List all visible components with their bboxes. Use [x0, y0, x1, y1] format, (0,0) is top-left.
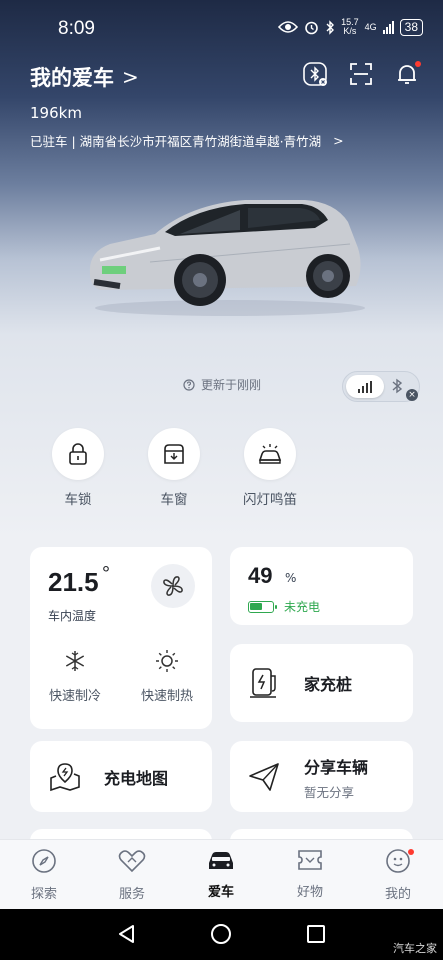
snowflake-icon — [65, 651, 85, 671]
service-icon — [118, 850, 146, 873]
battery-indicator: 38 — [399, 18, 423, 36]
fan-icon — [163, 576, 183, 596]
car-icon — [209, 852, 233, 869]
bell-icon[interactable] — [393, 60, 421, 88]
page-title[interactable]: 我的爱车 > — [30, 62, 139, 92]
lock-label: 车锁 — [64, 492, 92, 508]
window-icon — [148, 428, 200, 480]
signal-icon — [382, 20, 394, 34]
network-type: 4G — [364, 22, 377, 32]
bluetooth-option-icon[interactable] — [391, 377, 403, 395]
watermark: 汽车之家 — [393, 942, 437, 955]
tab-service-label: 服务 — [118, 887, 145, 902]
home-icon[interactable] — [210, 923, 232, 945]
tab-my-car[interactable]: 爱车 — [191, 848, 251, 900]
connection-toggle[interactable]: × — [342, 371, 420, 402]
flash-horn-icon — [244, 428, 296, 480]
home-charger-card[interactable]: 家充桩 — [230, 644, 413, 722]
status-icons: 15.7 K/s 4G 38 — [278, 18, 423, 36]
chevron-right-icon: > — [122, 65, 139, 89]
status-bar: 8:09 15.7 K/s 4G 38 — [0, 0, 443, 56]
climate-card[interactable]: 21.5 ° 车内温度 快速制冷 快速制热 — [30, 547, 212, 729]
tab-explore-label: 探索 — [30, 887, 57, 902]
charger-icon — [250, 668, 276, 698]
charging-status: 未充电 — [248, 598, 320, 615]
tab-service[interactable]: 服务 — [102, 848, 162, 902]
page-title-text: 我的爱车 — [30, 66, 114, 90]
quick-cool-button[interactable]: 快速制冷 — [35, 649, 115, 704]
cabin-temperature-label: 车内温度 — [48, 609, 97, 623]
charging-status-text: 未充电 — [284, 600, 321, 614]
bottom-tab-bar: 探索 服务 爱车 好物 我的 — [0, 839, 443, 909]
cabin-temperature: 21.5 — [48, 567, 99, 597]
tab-profile[interactable]: 我的 — [368, 848, 428, 902]
ticket-icon — [298, 850, 322, 870]
share-vehicle-label: 分享车辆 — [304, 758, 369, 777]
car-image — [89, 200, 365, 316]
share-status: 暂无分享 — [304, 785, 355, 800]
updated-text: 更新于刚刚 — [201, 378, 262, 392]
scan-icon[interactable] — [347, 60, 375, 88]
share-vehicle-card[interactable]: 分享车辆 暂无分享 — [230, 741, 413, 812]
charge-map-card[interactable]: 充电地图 — [30, 741, 212, 812]
quick-heat-button[interactable]: 快速制热 — [127, 649, 207, 704]
signal-bars-icon — [358, 380, 372, 393]
update-status: 更新于刚刚 — [183, 376, 261, 393]
home-charger-label: 家充桩 — [304, 675, 353, 694]
notification-dot — [415, 61, 421, 67]
window-button[interactable]: 车窗 — [134, 428, 214, 508]
quick-cool-label: 快速制冷 — [48, 689, 101, 704]
disconnected-badge-icon: × — [406, 389, 418, 401]
tab-my-car-label: 爱车 — [207, 885, 234, 900]
battery-level-icon — [248, 600, 277, 613]
chevron-right-icon: > — [333, 133, 344, 148]
map-pin-icon — [50, 762, 80, 791]
tab-goods[interactable]: 好物 — [280, 848, 340, 900]
notification-dot — [408, 849, 414, 855]
lock-icon — [52, 428, 104, 480]
parking-location-text: 已驻车 | 湖南省长沙市开福区青竹湖街道卓越·青竹湖 — [30, 134, 322, 149]
cellular-option[interactable] — [346, 375, 384, 398]
net-speed: 15.7 K/s — [341, 18, 359, 36]
send-icon — [249, 762, 279, 791]
compass-icon — [32, 849, 56, 873]
tab-explore[interactable]: 探索 — [14, 848, 74, 902]
quick-heat-label: 快速制热 — [140, 689, 193, 704]
lock-button[interactable]: 车锁 — [38, 428, 118, 508]
battery-unit: % — [285, 571, 297, 585]
degree-symbol: ° — [102, 563, 110, 585]
alarm-icon — [305, 21, 318, 34]
status-time: 8:09 — [58, 18, 95, 39]
flash-horn-label: 闪灯鸣笛 — [243, 492, 297, 508]
flash-horn-button[interactable]: 闪灯鸣笛 — [230, 428, 310, 508]
question-icon — [183, 378, 195, 391]
tab-goods-label: 好物 — [296, 885, 323, 900]
eye-icon — [278, 21, 299, 33]
parking-location[interactable]: 已驻车 | 湖南省长沙市开福区青竹湖街道卓越·青竹湖 > — [30, 131, 344, 150]
bluetooth-icon — [326, 19, 335, 35]
bluetooth-off-icon[interactable] — [301, 60, 329, 88]
tab-profile-label: 我的 — [384, 887, 411, 902]
battery-percent: 49 — [248, 563, 273, 588]
battery-card[interactable]: 49 % 未充电 — [230, 547, 413, 625]
range-value: 196km — [30, 104, 82, 122]
header-actions — [301, 60, 421, 88]
charge-map-label: 充电地图 — [104, 768, 169, 788]
recents-icon[interactable] — [305, 923, 327, 945]
net-speed-unit: K/s — [343, 26, 357, 36]
sun-icon — [156, 650, 178, 672]
system-nav-bar: 汽车之家 — [0, 909, 443, 960]
window-label: 车窗 — [160, 492, 188, 508]
back-icon[interactable] — [116, 923, 138, 945]
fan-button[interactable] — [151, 564, 195, 608]
